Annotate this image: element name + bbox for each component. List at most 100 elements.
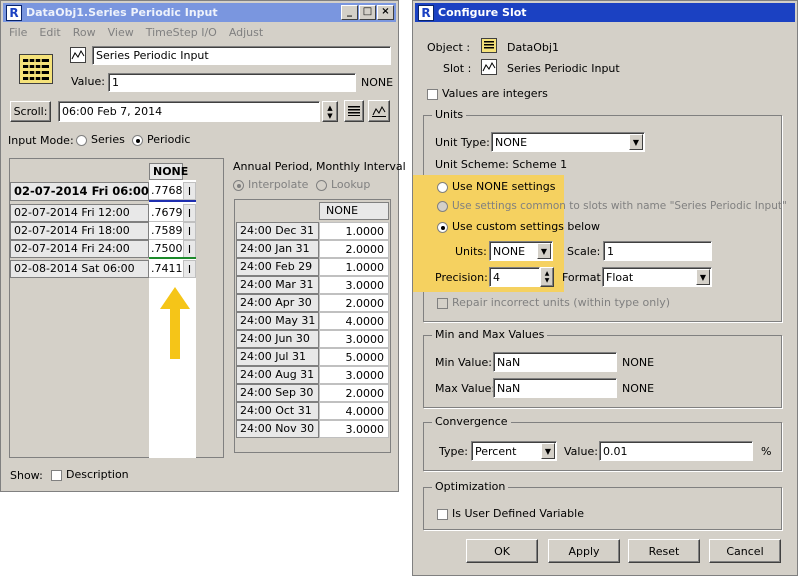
periodic-row-value[interactable]: 2.0000 <box>319 294 389 312</box>
repair-label: Repair incorrect units (within type only… <box>452 296 671 309</box>
right-titlebar[interactable]: R Configure Slot <box>415 3 795 22</box>
min-value-label: Min Value: <box>435 356 492 369</box>
checkbox-icon <box>427 88 438 100</box>
periodic-row-value[interactable]: 3.0000 <box>319 330 389 348</box>
periodic-row-value[interactable]: 5.0000 <box>319 348 389 366</box>
menu-view[interactable]: View <box>102 24 140 42</box>
interpolate-label: Interpolate <box>248 178 309 191</box>
periodic-row-value[interactable]: 4.0000 <box>319 312 389 330</box>
series-row-value[interactable]: .7500 <box>149 240 183 258</box>
ok-button[interactable]: OK <box>466 539 538 563</box>
left-titlebar[interactable]: R DataObj1.Series Periodic Input _ □ × <box>3 3 396 22</box>
plot-button[interactable] <box>368 100 390 122</box>
chevron-down-icon[interactable]: ▼ <box>629 134 643 150</box>
scroll-button[interactable]: Scroll: <box>10 101 51 122</box>
minimize-button[interactable]: _ <box>341 5 358 20</box>
convergence-value-field[interactable]: 0.01 <box>599 441 753 461</box>
periodic-row-date[interactable]: 24:00 Mar 31 <box>236 276 319 294</box>
use-common-label: Use settings common to slots with name "… <box>452 200 787 212</box>
menu-adjust[interactable]: Adjust <box>223 24 269 42</box>
precision-field[interactable]: 4 <box>489 267 540 287</box>
periodic-row-date[interactable]: 24:00 Oct 31 <box>236 402 319 420</box>
value-field[interactable]: 1 <box>108 73 356 92</box>
repair-checkbox[interactable]: Repair incorrect units (within type only… <box>437 296 670 309</box>
use-none-radio[interactable]: Use NONE settings <box>437 180 555 193</box>
series-row-value[interactable]: .7679 <box>149 204 183 222</box>
periodic-row-date[interactable]: 24:00 Jan 31 <box>236 240 319 258</box>
convergence-type-value: Percent <box>475 445 517 458</box>
mode-series-radio[interactable]: Series <box>76 133 125 146</box>
use-custom-radio[interactable]: Use custom settings below <box>437 220 600 233</box>
chevron-down-icon[interactable]: ▼ <box>541 443 555 459</box>
units-select[interactable]: NONE ▼ <box>489 241 553 261</box>
slot-name-field[interactable]: Series Periodic Input <box>92 46 391 65</box>
use-common-radio[interactable]: Use settings common to slots with name "… <box>437 200 787 212</box>
interpolate-radio[interactable]: Interpolate <box>233 178 308 191</box>
scroll-date-field[interactable]: 06:00 Feb 7, 2014 <box>58 101 320 122</box>
scroll-spinner[interactable]: ▲ ▼ <box>322 101 338 122</box>
menu-row[interactable]: Row <box>67 24 102 42</box>
precision-spinner[interactable]: ▲ ▼ <box>540 267 554 287</box>
periodic-row-value[interactable]: 3.0000 <box>319 366 389 384</box>
mode-periodic-radio[interactable]: Periodic <box>132 133 190 146</box>
convergence-type-select[interactable]: Percent ▼ <box>471 441 557 461</box>
periodic-row-date[interactable]: 24:00 Nov 30 <box>236 420 319 438</box>
periodic-row-value[interactable]: 4.0000 <box>319 402 389 420</box>
periodic-row-date[interactable]: 24:00 Jun 30 <box>236 330 319 348</box>
format-select[interactable]: Float ▼ <box>602 267 712 287</box>
series-row-flag: I <box>183 260 196 278</box>
menu-edit[interactable]: Edit <box>33 24 66 42</box>
plot-icon <box>372 105 386 117</box>
periodic-row-date[interactable]: 24:00 Feb 29 <box>236 258 319 276</box>
series-row-flag: I <box>183 240 196 258</box>
up-arrow-annotation <box>160 287 190 359</box>
series-row-date[interactable]: 02-07-2014 Fri 24:00 <box>10 240 149 258</box>
periodic-row-date[interactable]: 24:00 Jul 31 <box>236 348 319 366</box>
periodic-caption: Annual Period, Monthly Interval <box>233 160 406 173</box>
chevron-down-icon[interactable]: ▼ <box>537 243 551 259</box>
min-value-field[interactable]: NaN <box>493 352 617 372</box>
periodic-row-date[interactable]: 24:00 Sep 30 <box>236 384 319 402</box>
scale-field[interactable]: 1 <box>603 241 712 261</box>
series-row-value[interactable]: .7589 <box>149 222 183 240</box>
lookup-radio[interactable]: Lookup <box>316 178 370 191</box>
periodic-row-value[interactable]: 3.0000 <box>319 420 389 438</box>
series-row-flag: I <box>183 182 196 200</box>
format-value: Float <box>606 271 634 284</box>
close-button[interactable]: × <box>377 5 394 20</box>
series-row-date[interactable]: 02-07-2014 Fri 12:00 <box>10 204 149 222</box>
periodic-row-value[interactable]: 2.0000 <box>319 240 389 258</box>
apply-button[interactable]: Apply <box>548 539 620 563</box>
series-scrollbar[interactable] <box>196 159 223 457</box>
user-defined-checkbox[interactable]: Is User Defined Variable <box>437 507 584 520</box>
type-label: Type: <box>439 445 468 458</box>
periodic-row-value[interactable]: 3.0000 <box>319 276 389 294</box>
reset-button[interactable]: Reset <box>628 539 700 563</box>
periodic-row-date[interactable]: 24:00 Aug 31 <box>236 366 319 384</box>
series-row-date[interactable]: 02-07-2014 Fri 18:00 <box>10 222 149 240</box>
periodic-row-value[interactable]: 2.0000 <box>319 384 389 402</box>
maximize-button[interactable]: □ <box>359 5 376 20</box>
series-row-value[interactable]: .7768 <box>149 182 183 200</box>
periodic-row-date[interactable]: 24:00 Dec 31 <box>236 222 319 240</box>
periodic-row-date[interactable]: 24:00 Apr 30 <box>236 294 319 312</box>
unit-type-select[interactable]: NONE ▼ <box>491 132 645 152</box>
series-row-date[interactable]: 02-07-2014 Fri 06:00 <box>10 182 149 201</box>
menu-timestep-io[interactable]: TimeStep I/O <box>140 24 223 42</box>
riverware-app-icon: R <box>6 4 22 21</box>
riverware-app-icon: R <box>418 4 434 21</box>
chevron-down-icon[interactable]: ▼ <box>696 269 710 285</box>
cancel-button[interactable]: Cancel <box>709 539 781 563</box>
periodic-row-date[interactable]: 24:00 May 31 <box>236 312 319 330</box>
values-integers-checkbox[interactable]: Values are integers <box>427 87 548 100</box>
convergence-unit: % <box>761 445 772 458</box>
series-row-value[interactable]: .7411 <box>149 260 183 278</box>
description-checkbox[interactable]: Description <box>51 468 129 481</box>
table-view-button[interactable] <box>344 100 364 122</box>
values-integers-label: Values are integers <box>442 87 548 100</box>
periodic-row-value[interactable]: 1.0000 <box>319 222 389 240</box>
max-value-field[interactable]: NaN <box>493 378 617 398</box>
menu-file[interactable]: File <box>3 24 33 42</box>
periodic-row-value[interactable]: 1.0000 <box>319 258 389 276</box>
series-row-date[interactable]: 02-08-2014 Sat 06:00 <box>10 260 149 278</box>
